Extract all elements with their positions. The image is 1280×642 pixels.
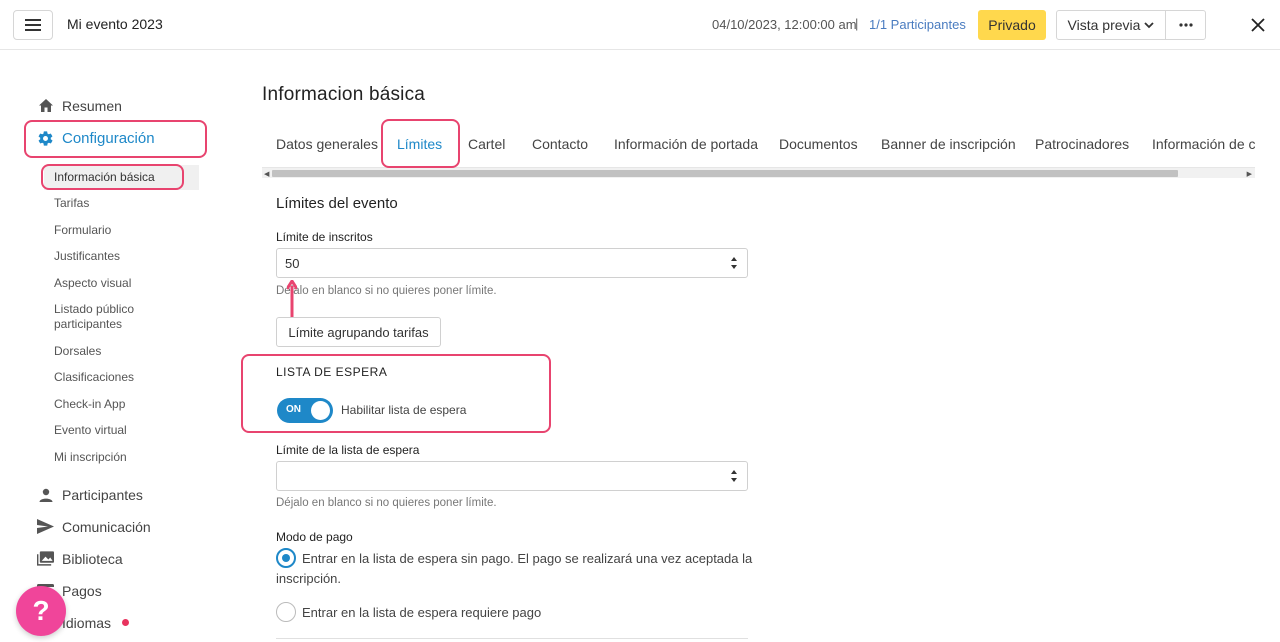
sub-evento-virtual[interactable]: Evento virtual [54, 423, 127, 438]
images-icon [37, 550, 54, 567]
tab-informacion-ca[interactable]: Información de ca [1152, 136, 1255, 152]
tab-patrocinadores[interactable]: Patrocinadores [1035, 136, 1129, 152]
sub-dorsales[interactable]: Dorsales [54, 344, 101, 359]
limit-group-button[interactable]: Límite agrupando tarifas [276, 317, 441, 347]
chevron-down-icon [1144, 21, 1155, 28]
limit-value: 50 [285, 256, 300, 271]
nav-label: Participantes [62, 486, 143, 503]
payment-mode-label: Modo de pago [276, 530, 353, 544]
gear-icon [37, 130, 54, 147]
more-horizontal-icon [1178, 23, 1193, 27]
scroll-right-icon[interactable]: ▶ [1247, 170, 1252, 178]
nav-participantes[interactable]: Participantes [37, 486, 143, 503]
sub-informacion-basica[interactable]: Información básica [44, 165, 199, 190]
scroll-left-icon[interactable]: ◀ [264, 170, 269, 178]
tabs-scrollbar[interactable]: ◀ ▶ [262, 168, 1255, 178]
divider [276, 638, 748, 639]
nav-biblioteca[interactable]: Biblioteca [37, 550, 123, 567]
number-stepper-icon[interactable] [730, 257, 738, 269]
waitlist-toggle[interactable]: ON [277, 398, 333, 423]
home-icon [37, 97, 54, 114]
scrollbar-thumb[interactable] [272, 170, 1178, 177]
participants-link[interactable]: 1/1 Participantes [869, 17, 966, 32]
page-title: Informacion básica [262, 84, 426, 105]
tab-limites[interactable]: Límites [397, 136, 442, 152]
hamburger-icon [25, 19, 41, 31]
tab-contacto[interactable]: Contacto [532, 136, 588, 152]
toggle-knob [311, 401, 330, 420]
waitlist-heading: LISTA DE ESPERA [276, 365, 388, 379]
payment-option-1-text: Entrar en la lista de espera sin pago. E… [276, 551, 753, 586]
close-button[interactable] [1246, 13, 1270, 37]
limit-input[interactable]: 50 [276, 248, 748, 278]
separator: | [855, 16, 859, 31]
tabs-bar: Datos generales Límites Cartel Contacto … [262, 120, 1255, 168]
limit-label: Límite de inscritos [276, 230, 373, 244]
sub-justificantes[interactable]: Justificantes [54, 249, 120, 264]
send-icon [37, 518, 54, 535]
nav-label: Idiomas [62, 614, 112, 631]
tab-documentos[interactable]: Documentos [779, 136, 858, 152]
menu-button[interactable] [13, 10, 53, 40]
person-icon [37, 486, 54, 503]
nav-comunicacion[interactable]: Comunicación [37, 518, 151, 535]
preview-button[interactable]: Vista previa [1056, 10, 1166, 40]
waitlist-limit-input[interactable] [276, 461, 748, 491]
privado-label: Privado [988, 17, 1036, 33]
payment-option-2-text: Entrar en la lista de espera requiere pa… [302, 605, 542, 620]
waitlist-help: Déjalo en blanco si no quieres poner lím… [276, 497, 497, 509]
nav-label: Comunicación [62, 518, 151, 535]
sub-formulario[interactable]: Formulario [54, 223, 111, 238]
toggle-label: Habilitar lista de espera [341, 403, 467, 417]
arrow-up-icon [287, 280, 297, 318]
toggle-state: ON [286, 404, 301, 415]
more-options-button[interactable] [1165, 10, 1206, 40]
sub-listado-publico[interactable]: Listado público participantes [54, 302, 164, 332]
sub-tarifas[interactable]: Tarifas [54, 196, 89, 211]
nav-label: Configuración [62, 130, 155, 147]
payment-option-2-radio[interactable] [276, 602, 296, 622]
sub-aspecto-visual[interactable]: Aspecto visual [54, 276, 131, 291]
help-button[interactable]: ? [16, 586, 66, 636]
section-title: Límites del evento [276, 195, 398, 212]
tab-cartel[interactable]: Cartel [468, 136, 505, 152]
nav-label: Pagos [62, 582, 102, 599]
top-bar: Mi evento 2023 04/10/2023, 12:00:00 am |… [0, 0, 1280, 50]
sub-clasificaciones[interactable]: Clasificaciones [54, 370, 134, 385]
limit-group-label: Límite agrupando tarifas [288, 324, 429, 340]
nav-configuracion[interactable]: Configuración [37, 130, 155, 147]
waitlist-limit-label: Límite de la lista de espera [276, 443, 420, 457]
tab-informacion-portada[interactable]: Información de portada [614, 136, 758, 152]
limit-help: Déjalo en blanco si no quieres poner lím… [276, 285, 497, 297]
nav-resumen[interactable]: Resumen [37, 97, 122, 114]
event-datetime: 04/10/2023, 12:00:00 am [712, 17, 857, 32]
sidebar: Resumen Configuración Información básica… [0, 51, 215, 642]
nav-label: Biblioteca [62, 550, 123, 567]
tab-banner-inscripcion[interactable]: Banner de inscripción [881, 136, 1016, 152]
sub-mi-inscripcion[interactable]: Mi inscripción [54, 450, 127, 465]
event-title: Mi evento 2023 [67, 16, 163, 32]
privado-button[interactable]: Privado [978, 10, 1046, 40]
question-icon: ? [32, 595, 50, 626]
tab-datos-generales[interactable]: Datos generales [276, 136, 378, 152]
close-icon [1251, 18, 1265, 32]
nav-label: Resumen [62, 97, 122, 114]
preview-label: Vista previa [1067, 17, 1141, 33]
number-stepper-icon[interactable] [730, 470, 738, 482]
sub-checkin-app[interactable]: Check-in App [54, 397, 125, 412]
notification-dot [122, 619, 130, 626]
